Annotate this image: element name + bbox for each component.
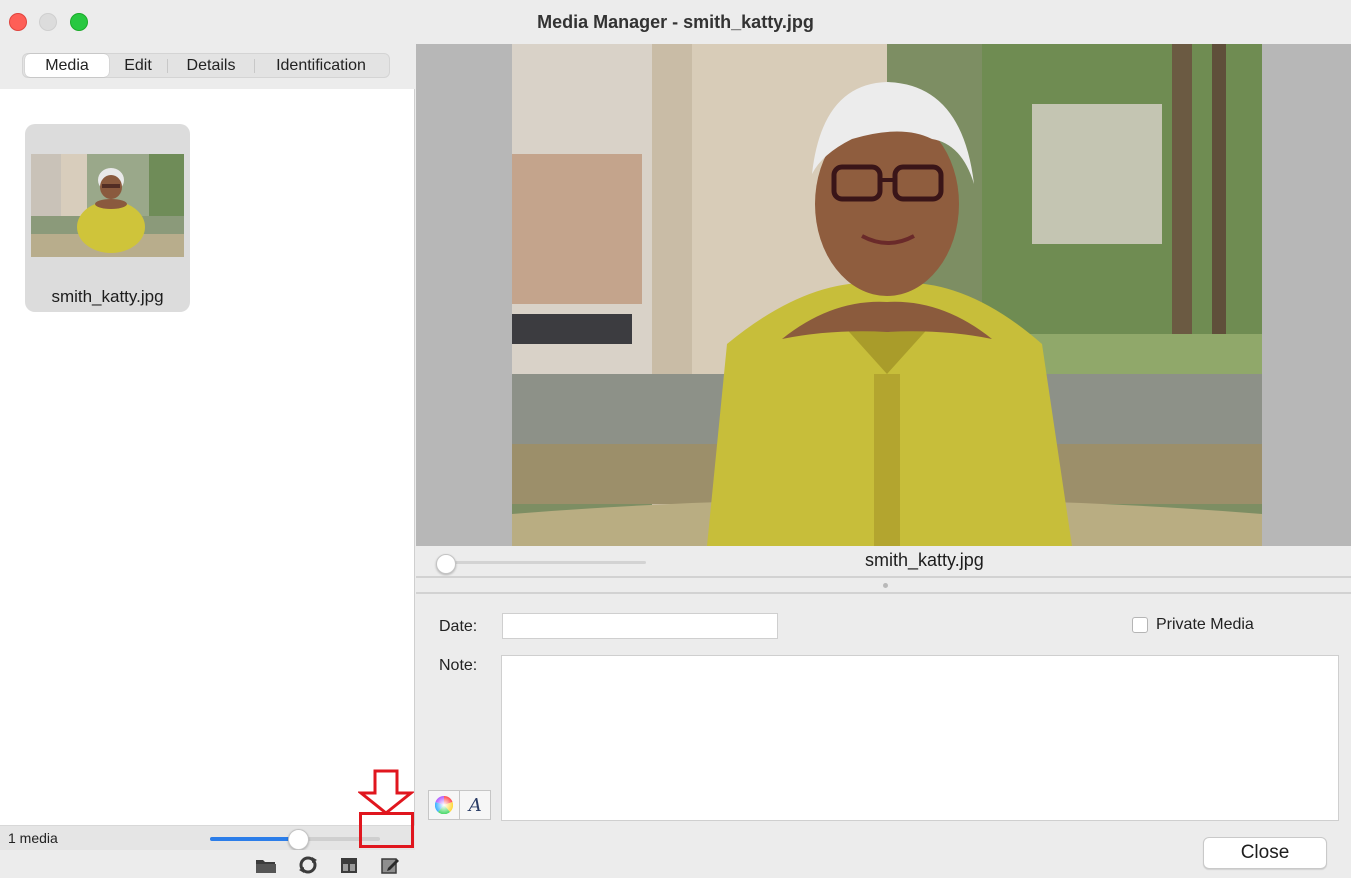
export-icon[interactable] [338,854,360,876]
annotation-highlight-box [359,812,414,848]
note-label: Note: [439,657,478,674]
title-bar: Media Manager - smith_katty.jpg [0,0,1351,44]
private-media-label: Private Media [1156,616,1254,633]
annotation-arrow [358,769,414,815]
media-thumbnail-card[interactable]: smith_katty.jpg [25,124,190,312]
folder-open-icon[interactable] [255,854,277,876]
splitter-grip-icon [883,583,888,588]
note-field[interactable] [501,655,1339,821]
tab-details[interactable]: Details [168,54,254,77]
media-details-form: Date: Private Media Note: A Close [416,594,1351,878]
date-field[interactable] [502,613,778,639]
color-picker-icon[interactable] [429,791,459,819]
font-format-icon[interactable]: A [459,791,490,819]
media-thumbnail-image [31,154,184,257]
media-preview-area [416,44,1351,546]
private-media-checkbox[interactable] [1132,617,1148,633]
preview-zoom-slider-knob[interactable] [436,554,456,574]
tab-edit[interactable]: Edit [109,54,167,77]
media-preview-image [512,44,1262,546]
thumbnail-size-slider-fill [210,837,299,841]
private-media-option[interactable]: Private Media [1132,616,1254,634]
media-thumbnail-label: smith_katty.jpg [51,287,164,306]
refresh-icon[interactable] [297,854,319,876]
tab-segmented-control: Media Edit Details Identification [22,53,390,78]
tab-bar: Media Edit Details Identification [0,44,415,89]
media-toolbar [0,850,415,878]
preview-control-bar: smith_katty.jpg [416,546,1351,576]
media-status-bar: 1 media [0,825,415,850]
tab-media[interactable]: Media [25,54,109,77]
date-label: Date: [439,618,478,635]
media-count-label: 1 media [8,830,58,846]
media-list-pane: Media Edit Details Identification smith_… [0,44,415,878]
close-button[interactable]: Close [1203,837,1327,869]
window-title: Media Manager - smith_katty.jpg [537,12,814,32]
edit-external-icon[interactable] [379,854,401,876]
tab-identification[interactable]: Identification [255,54,387,77]
thumbnail-size-slider-knob[interactable] [288,829,310,850]
preview-filename: smith_katty.jpg [865,550,984,570]
note-format-buttons: A [428,790,491,820]
preview-zoom-slider[interactable] [438,561,646,564]
pane-splitter[interactable] [416,576,1351,594]
media-manager-window: Media Manager - smith_katty.jpg Media Ed… [0,0,1351,878]
